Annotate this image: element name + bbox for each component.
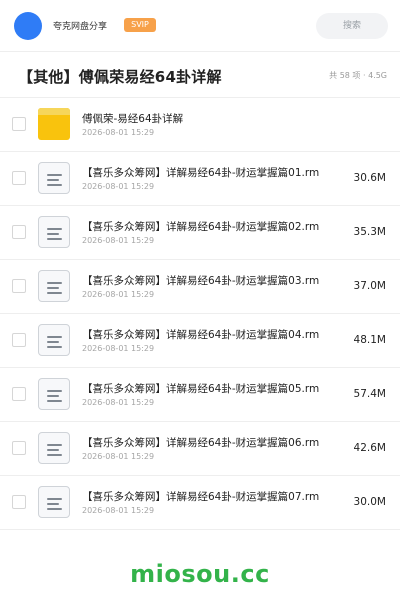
watermark: miosou.cc <box>130 560 270 588</box>
document-icon <box>38 378 70 410</box>
file-name: 【喜乐多众筹网】详解易经64卦-财运掌握篇07.rm <box>82 491 320 503</box>
file-date: 2026-08-01 15:29 <box>82 182 155 191</box>
list-item[interactable]: 【喜乐多众筹网】详解易经64卦-财运掌握篇07.rm 2026-08-01 15… <box>0 476 400 530</box>
file-name: 【喜乐多众筹网】详解易经64卦-财运掌握篇06.rm <box>82 437 320 449</box>
file-name: 【喜乐多众筹网】详解易经64卦-财运掌握篇01.rm <box>82 167 320 179</box>
file-size: 37.0M <box>353 280 386 292</box>
select-checkbox[interactable] <box>12 387 26 401</box>
file-size: 30.6M <box>353 172 386 184</box>
folder-icon <box>38 108 70 140</box>
select-checkbox[interactable] <box>12 495 26 509</box>
brand-name: 夸克网盘分享 <box>53 22 108 32</box>
file-name: 傅佩荣-易经64卦详解 <box>82 113 184 125</box>
select-checkbox[interactable] <box>12 441 26 455</box>
file-date: 2026-08-01 15:29 <box>82 128 155 137</box>
document-icon <box>38 324 70 356</box>
file-size: 48.1M <box>353 334 386 346</box>
page-title: 【其他】傅佩荣易经64卦详解 <box>18 68 222 86</box>
top-bar: 夸克网盘分享 SVIP 搜索 <box>0 0 400 52</box>
select-checkbox[interactable] <box>12 279 26 293</box>
file-list: 傅佩荣-易经64卦详解 2026-08-01 15:29 【喜乐多众筹网】详解易… <box>0 98 400 530</box>
file-name: 【喜乐多众筹网】详解易经64卦-财运掌握篇05.rm <box>82 383 320 395</box>
file-date: 2026-08-01 15:29 <box>82 290 155 299</box>
file-date: 2026-08-01 15:29 <box>82 398 155 407</box>
svip-badge: SVIP <box>124 18 156 32</box>
list-item[interactable]: 【喜乐多众筹网】详解易经64卦-财运掌握篇05.rm 2026-08-01 15… <box>0 368 400 422</box>
file-name: 【喜乐多众筹网】详解易经64卦-财运掌握篇04.rm <box>82 329 320 341</box>
select-checkbox[interactable] <box>12 225 26 239</box>
document-icon <box>38 216 70 248</box>
file-name: 【喜乐多众筹网】详解易经64卦-财运掌握篇02.rm <box>82 221 320 233</box>
file-date: 2026-08-01 15:29 <box>82 452 155 461</box>
avatar[interactable] <box>14 12 42 40</box>
list-item[interactable]: 【喜乐多众筹网】详解易经64卦-财运掌握篇02.rm 2026-08-01 15… <box>0 206 400 260</box>
list-item[interactable]: 【喜乐多众筹网】详解易经64卦-财运掌握篇01.rm 2026-08-01 15… <box>0 152 400 206</box>
list-item[interactable]: 【喜乐多众筹网】详解易经64卦-财运掌握篇04.rm 2026-08-01 15… <box>0 314 400 368</box>
document-icon <box>38 270 70 302</box>
select-checkbox[interactable] <box>12 117 26 131</box>
share-title-bar: 【其他】傅佩荣易经64卦详解 共 58 项 · 4.5G <box>0 52 400 98</box>
document-icon <box>38 432 70 464</box>
file-size: 42.6M <box>353 442 386 454</box>
file-date: 2026-08-01 15:29 <box>82 506 155 515</box>
list-item[interactable]: 【喜乐多众筹网】详解易经64卦-财运掌握篇03.rm 2026-08-01 15… <box>0 260 400 314</box>
document-icon <box>38 486 70 518</box>
select-checkbox[interactable] <box>12 333 26 347</box>
file-name: 【喜乐多众筹网】详解易经64卦-财运掌握篇03.rm <box>82 275 320 287</box>
document-icon <box>38 162 70 194</box>
file-size: 57.4M <box>353 388 386 400</box>
file-size: 35.3M <box>353 226 386 238</box>
file-date: 2026-08-01 15:29 <box>82 236 155 245</box>
list-item[interactable]: 【喜乐多众筹网】详解易经64卦-财运掌握篇06.rm 2026-08-01 15… <box>0 422 400 476</box>
file-date: 2026-08-01 15:29 <box>82 344 155 353</box>
search-button[interactable]: 搜索 <box>316 13 388 39</box>
select-checkbox[interactable] <box>12 171 26 185</box>
file-size: 30.0M <box>353 496 386 508</box>
share-meta: 共 58 项 · 4.5G <box>329 71 387 80</box>
list-item[interactable]: 傅佩荣-易经64卦详解 2026-08-01 15:29 <box>0 98 400 152</box>
